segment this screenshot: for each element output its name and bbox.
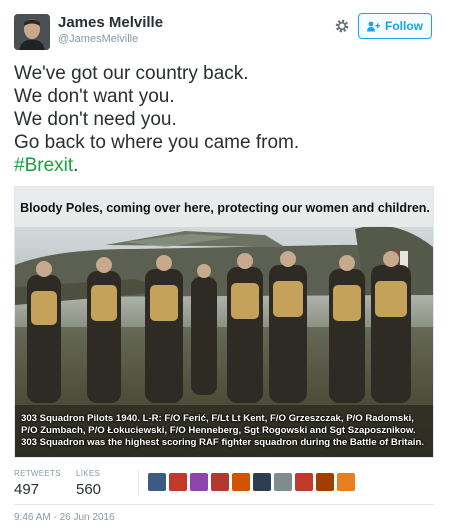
user-handle[interactable]: @JamesMelville [58,33,138,45]
tweet-text: We've got our country back. We don't wan… [14,62,434,177]
photo-caption-line: 303 Squadron was the highest scoring RAF… [21,437,424,448]
tweet-line: We don't want you. [14,86,175,107]
liker-avatars [148,473,355,491]
liker-avatar[interactable] [148,473,166,491]
hashtag-link[interactable]: #Brexit [14,155,73,176]
retweets-label: RETWEETS [14,469,61,478]
photo-caption-line: 303 Squadron Pilots 1940. L-R: F/O Ferić… [21,413,414,424]
liker-avatar[interactable] [169,473,187,491]
liker-avatar[interactable] [274,473,292,491]
tweet-line: Go back to where you came from. [14,132,300,153]
tweet-line: We don't need you. [14,109,177,130]
hashtag-suffix: . [73,155,79,176]
tweet-line: #Brexit. [14,154,434,177]
liker-avatar[interactable] [211,473,229,491]
tweet-timestamp[interactable]: 9:46 AM - 26 Jun 2016 [14,512,115,523]
liker-avatar[interactable] [316,473,334,491]
stats-divider [138,470,139,496]
tweet: James Melville @JamesMelville Follow We'… [0,0,450,530]
avatar-photo [14,14,50,50]
display-name[interactable]: James Melville [58,14,163,31]
photo-caption-top: Bloody Poles, coming over here, protecti… [20,201,430,215]
add-user-icon [367,21,380,31]
liker-avatar[interactable] [253,473,271,491]
tweet-photo[interactable]: Bloody Poles, coming over here, protecti… [14,186,434,458]
liker-avatar[interactable] [337,473,355,491]
liker-avatar[interactable] [190,473,208,491]
liker-avatar[interactable] [295,473,313,491]
likes-label: LIKES [76,469,101,478]
photo-caption-line: P/O Zumbach, P/O Łokuciewski, F/O Henneb… [21,425,416,436]
photo-caption-bottom: 303 Squadron Pilots 1940. L-R: F/O Ferić… [21,413,431,449]
liker-avatar[interactable] [232,473,250,491]
follow-button[interactable]: Follow [358,13,432,39]
retweets-count: 497 [14,481,40,498]
likes-count: 560 [76,481,102,498]
gear-icon[interactable] [334,18,350,34]
tweet-line: We've got our country back. [14,63,249,84]
avatar[interactable] [14,14,50,50]
divider [14,504,434,505]
follow-button-label: Follow [385,19,423,33]
